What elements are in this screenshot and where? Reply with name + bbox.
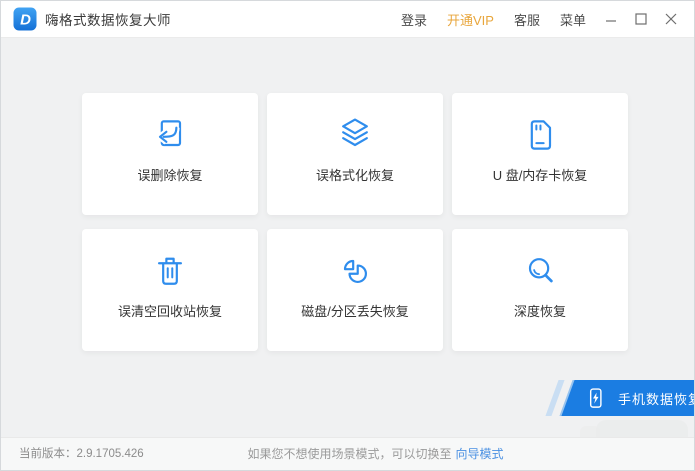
close-button[interactable] xyxy=(656,1,686,38)
minimize-icon xyxy=(605,13,617,25)
card-unformat-recovery[interactable]: 误格式化恢复 xyxy=(267,93,443,215)
app-logo-icon: D xyxy=(13,7,37,31)
card-label: U 盘/内存卡恢复 xyxy=(493,165,588,184)
phone-bolt-icon xyxy=(584,385,606,412)
layers-icon xyxy=(335,115,375,155)
close-icon xyxy=(665,13,677,25)
phone-banner-content: 手机数据恢复 xyxy=(568,380,695,416)
card-usb-memory-card-recovery[interactable]: U 盘/内存卡恢复 xyxy=(452,93,628,215)
phone-banner-label: 手机数据恢复 xyxy=(618,389,695,408)
version-label: 当前版本： xyxy=(19,448,77,460)
version-value: 2.9.1705.426 xyxy=(77,448,144,460)
sd-card-icon xyxy=(520,115,560,155)
trash-icon xyxy=(150,251,190,291)
card-label: 深度恢复 xyxy=(514,301,566,320)
mode-hint-text: 如果您不想使用场景模式，可以切换至 xyxy=(247,447,451,461)
file-restore-icon xyxy=(150,115,190,155)
mode-hint: 如果您不想使用场景模式，可以切换至向导模式 xyxy=(247,438,503,470)
page-title: 嗨格式数据恢复大师 xyxy=(45,9,171,29)
version-info: 当前版本：2.9.1705.426 xyxy=(19,438,144,470)
magnifier-icon xyxy=(520,251,560,291)
card-label: 误格式化恢复 xyxy=(316,165,394,184)
card-disk-partition-recovery[interactable]: 磁盘/分区丢失恢复 xyxy=(267,229,443,351)
minimize-button[interactable] xyxy=(596,1,626,38)
phone-data-recovery-button[interactable]: 手机数据恢复 xyxy=(561,380,695,416)
card-label: 误清空回收站恢复 xyxy=(118,301,222,320)
maximize-button[interactable] xyxy=(626,1,656,38)
card-undelete-recovery[interactable]: 误删除恢复 xyxy=(82,93,258,215)
menu-link[interactable]: 菜单 xyxy=(560,10,586,29)
app-window: D 嗨格式数据恢复大师 登录 开通VIP 客服 菜单 xyxy=(0,0,695,471)
title-bar: D 嗨格式数据恢复大师 登录 开通VIP 客服 菜单 xyxy=(1,1,694,38)
card-deep-recovery[interactable]: 深度恢复 xyxy=(452,229,628,351)
pie-disk-icon xyxy=(335,251,375,291)
maximize-icon xyxy=(635,13,647,25)
login-link[interactable]: 登录 xyxy=(401,10,427,29)
card-label: 误删除恢复 xyxy=(137,165,202,184)
card-recycle-bin-recovery[interactable]: 误清空回收站恢复 xyxy=(82,229,258,351)
status-bar: 当前版本：2.9.1705.426 如果您不想使用场景模式，可以切换至向导模式 xyxy=(1,437,694,470)
wizard-mode-link[interactable]: 向导模式 xyxy=(456,447,504,461)
recovery-mode-grid: 误删除恢复 误格式化恢复 U 盘/内存卡恢复 xyxy=(82,93,628,351)
card-label: 磁盘/分区丢失恢复 xyxy=(301,301,409,320)
support-link[interactable]: 客服 xyxy=(514,10,540,29)
svg-text:D: D xyxy=(20,12,31,29)
vip-link[interactable]: 开通VIP xyxy=(447,10,494,29)
